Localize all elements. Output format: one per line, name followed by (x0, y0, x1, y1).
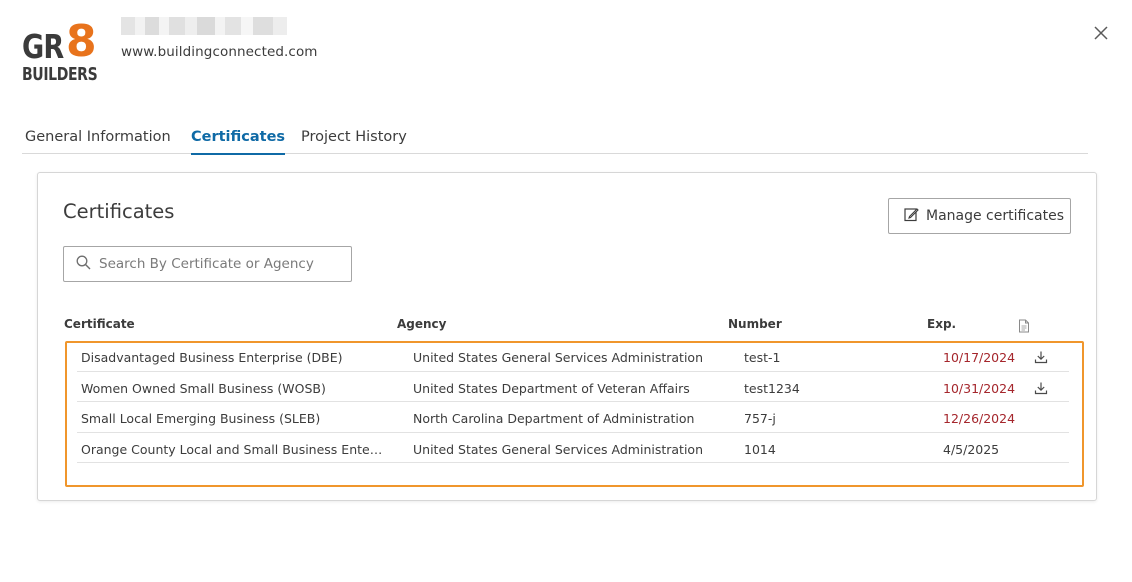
search-box (63, 246, 352, 282)
logo-text-main: GR (22, 27, 64, 66)
tab-general-information[interactable]: General Information (25, 128, 171, 154)
column-header-agency[interactable]: Agency (397, 317, 447, 331)
cell-number: test1234 (744, 380, 800, 396)
cell-number: 1014 (744, 441, 776, 457)
download-icon[interactable] (1034, 349, 1048, 364)
redacted-company-name (121, 17, 287, 35)
cell-certificate: Women Owned Small Business (WOSB) (81, 380, 326, 396)
tab-bar: General Information Certificates Project… (22, 128, 1088, 155)
cell-certificate: Orange County Local and Small Business E… (81, 441, 386, 457)
cell-number: test-1 (744, 350, 781, 365)
company-logo: GR 8 BUILDERS (22, 16, 102, 88)
logo-text-accent: 8 (66, 16, 97, 67)
cell-certificate: Disadvantaged Business Enterprise (DBE) (81, 350, 343, 365)
column-header-number[interactable]: Number (728, 317, 782, 331)
search-icon (76, 255, 91, 274)
company-website[interactable]: www.buildingconnected.com (121, 44, 318, 60)
document-icon (1018, 318, 1030, 337)
cell-certificate: Small Local Emerging Business (SLEB) (81, 411, 321, 426)
manage-certificates-label: Manage certificates (926, 208, 1064, 224)
table-row[interactable]: Small Local Emerging Business (SLEB) Nor… (77, 402, 1069, 433)
cell-agency: United States Department of Veteran Affa… (413, 380, 690, 396)
cell-number: 757-j (744, 411, 776, 426)
table-header: Certificate Agency Number Exp. (64, 317, 1074, 335)
certificates-table-body: Disadvantaged Business Enterprise (DBE) … (77, 341, 1069, 463)
tab-certificates[interactable]: Certificates (191, 128, 286, 155)
search-input[interactable] (99, 256, 339, 272)
cell-agency: United States General Services Administr… (413, 441, 704, 457)
logo-text-sub: BUILDERS (22, 64, 98, 85)
certificates-card: Certificates Manage certificates Certifi… (37, 172, 1097, 501)
tab-project-history[interactable]: Project History (301, 128, 407, 154)
cell-agency: United States General Services Administr… (413, 350, 704, 365)
cell-exp: 4/5/2025 (943, 441, 1000, 457)
manage-certificates-button[interactable]: Manage certificates (888, 198, 1071, 234)
cell-exp: 10/31/2024 (943, 380, 1016, 396)
cell-exp: 10/17/2024 (943, 350, 1016, 365)
pencil-edit-icon (904, 207, 919, 226)
table-row[interactable]: Disadvantaged Business Enterprise (DBE) … (77, 341, 1069, 372)
column-header-certificate[interactable]: Certificate (64, 317, 135, 331)
section-title: Certificates (63, 200, 175, 223)
table-row[interactable]: Orange County Local and Small Business E… (77, 433, 1069, 463)
table-row[interactable]: Women Owned Small Business (WOSB) United… (77, 372, 1069, 402)
cell-agency: North Carolina Department of Administrat… (413, 411, 695, 426)
column-header-exp[interactable]: Exp. (927, 317, 956, 331)
close-icon[interactable] (1092, 24, 1110, 42)
cell-exp: 12/26/2024 (943, 411, 1016, 426)
download-icon[interactable] (1034, 380, 1048, 394)
